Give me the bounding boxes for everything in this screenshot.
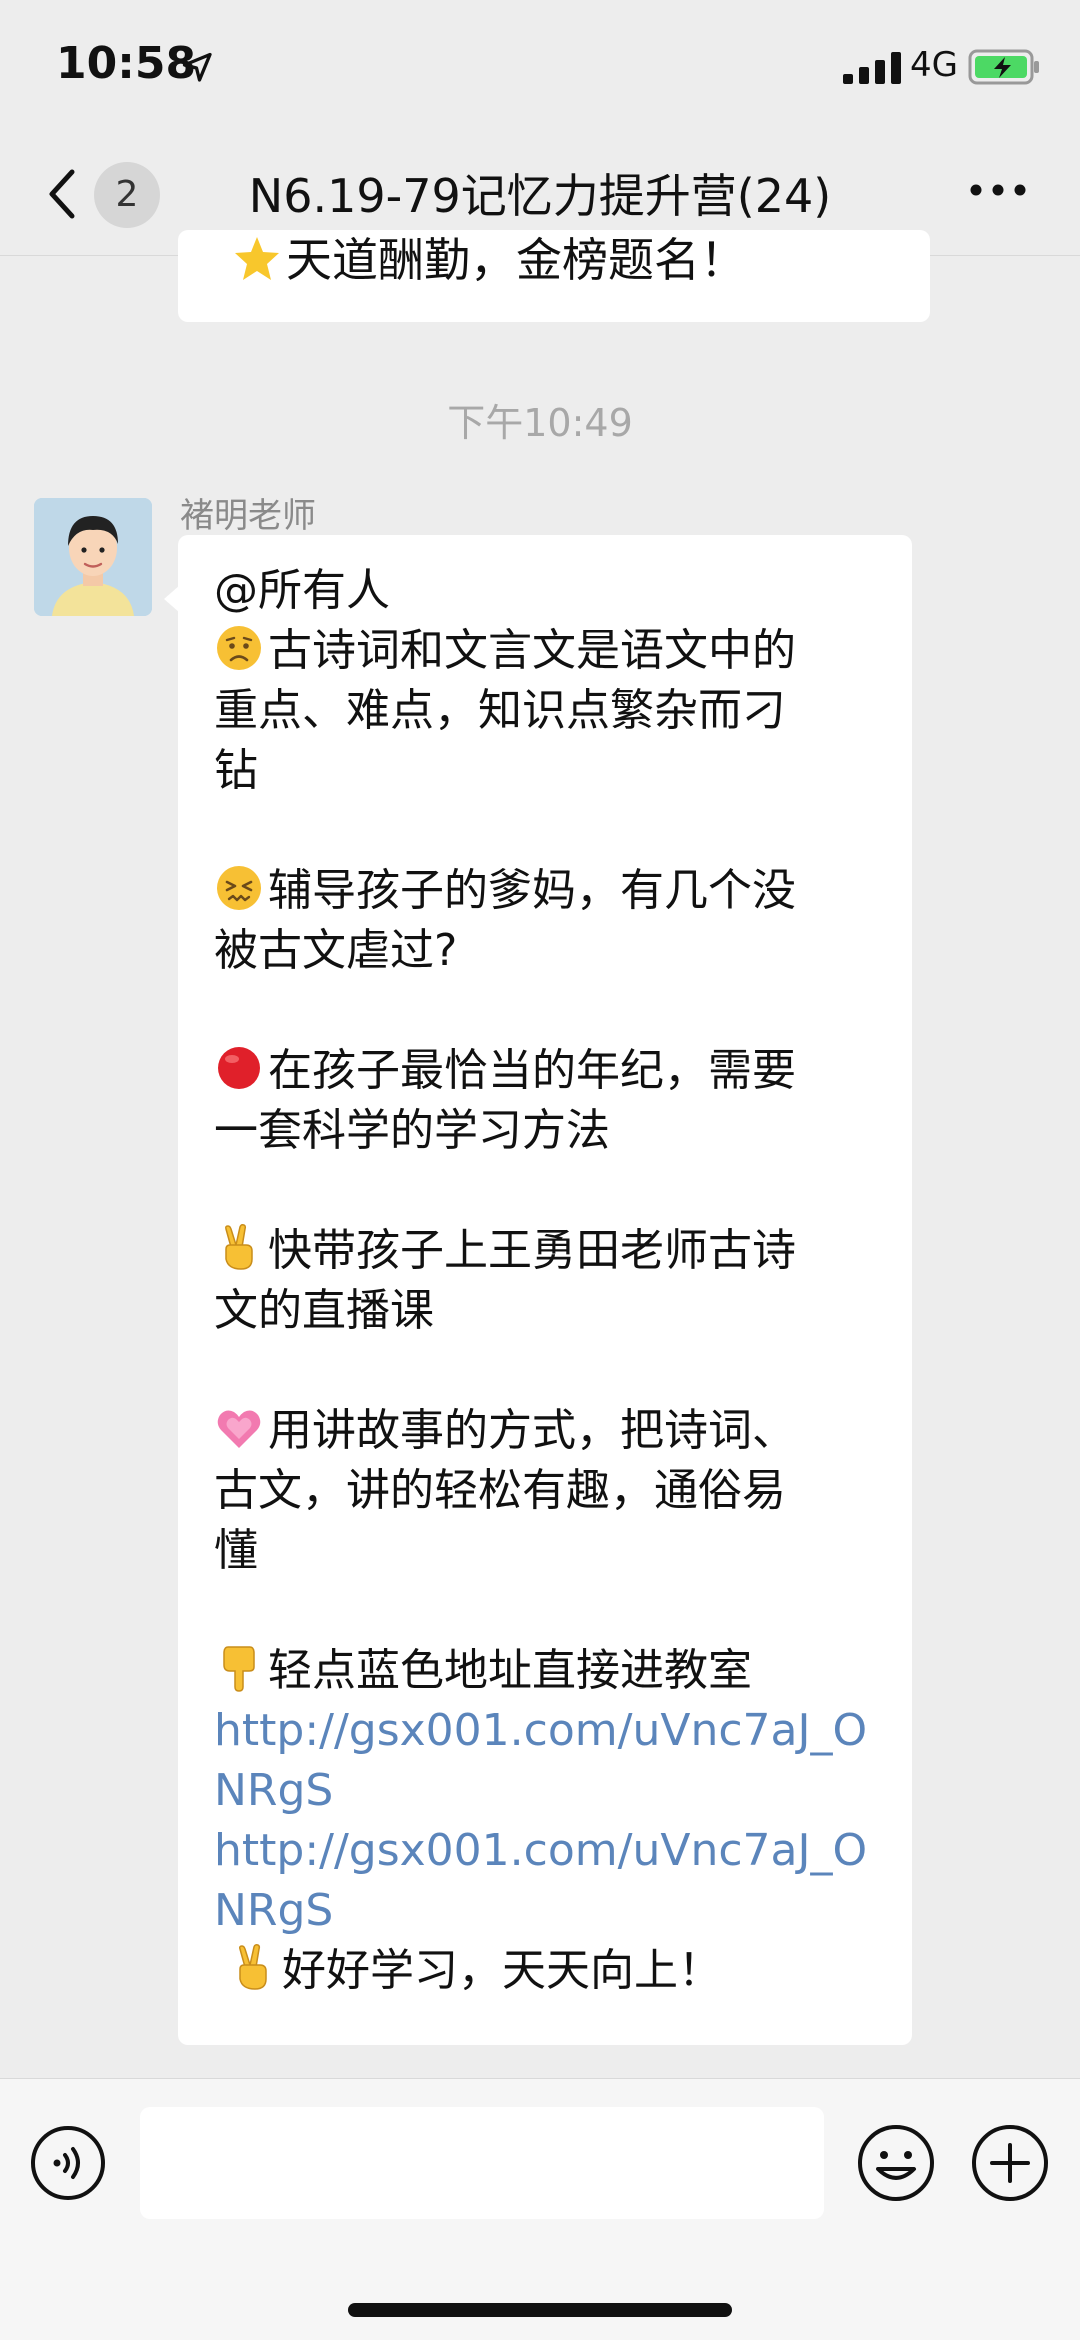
status-bar: 10:58 4G — [0, 0, 1080, 130]
message-line: 重点、难点，知识点繁杂而刁 — [214, 685, 786, 736]
input-bar — [0, 2078, 1080, 2340]
course-link-2-line-1[interactable]: http://gsx001.com/uVnc7aJ_O — [214, 1821, 894, 1881]
line-text: 辅导孩子的爹妈，有几个没 — [268, 865, 796, 916]
course-link-1-line-2[interactable]: NRgS — [214, 1761, 894, 1821]
message-bubble[interactable]: @所有人 古诗词和文言文是语文中的 重点、难点，知识点繁杂而刁 钻 辅导孩子的爹… — [178, 535, 912, 2045]
worried-face-icon — [217, 626, 261, 670]
star-icon — [235, 237, 279, 280]
message-timestamp: 下午10:49 — [447, 401, 633, 445]
avatar[interactable] — [34, 498, 152, 616]
voice-icon[interactable] — [30, 2125, 106, 2201]
message-input[interactable] — [140, 2107, 824, 2219]
line-text: 在孩子最恰当的年纪，需要 — [268, 1045, 796, 1096]
growing-heart-icon — [217, 1410, 261, 1448]
message-line: 快带孩子上王勇田老师古诗 — [214, 1221, 894, 1281]
message-line: 轻点蓝色地址直接进教室 — [214, 1641, 894, 1701]
chat-title: N6.19-79记忆力提升营(24) — [248, 169, 832, 223]
message-line: 辅导孩子的爹妈，有几个没 — [214, 861, 894, 921]
message-line: 好好学习，天天向上！ — [214, 1941, 894, 2001]
message-body: @所有人 古诗词和文言文是语文中的 重点、难点，知识点繁杂而刁 钻 辅导孩子的爹… — [214, 561, 894, 2001]
message-line: 用讲故事的方式，把诗词、 — [214, 1401, 894, 1461]
smiley-face-icon[interactable] — [856, 2123, 936, 2203]
previous-message-text: 天道酬勤，金榜题名！ — [232, 230, 746, 290]
line-text: 好好学习，天天向上！ — [282, 1945, 722, 1996]
message-line: 懂 — [214, 1525, 258, 1576]
signal-bars-icon — [843, 52, 901, 84]
course-link-2-line-2[interactable]: NRgS — [214, 1881, 894, 1941]
message-line: 一套科学的学习方法 — [214, 1105, 610, 1156]
home-indicator — [348, 2303, 732, 2317]
victory-hand-icon — [239, 1944, 267, 1990]
line-text: 用讲故事的方式，把诗词、 — [268, 1405, 796, 1456]
plus-circle-icon[interactable] — [970, 2123, 1050, 2203]
message-line: 钻 — [214, 745, 258, 796]
message-line: 古文，讲的轻松有趣，通俗易 — [214, 1465, 786, 1516]
teacher-avatar-icon — [34, 498, 152, 616]
message-line: 古诗词和文言文是语文中的 — [214, 621, 894, 681]
confounded-face-icon — [217, 866, 261, 910]
course-link-1-line-1[interactable]: http://gsx001.com/uVnc7aJ_O — [214, 1701, 894, 1761]
line-text: 古诗词和文言文是语文中的 — [268, 625, 796, 676]
battery-charging-icon — [968, 49, 1039, 85]
red-circle-icon — [218, 1047, 260, 1089]
victory-hand-icon — [225, 1224, 253, 1270]
unread-count-badge[interactable]: 2 — [94, 162, 160, 228]
pointing-down-icon — [223, 1646, 255, 1692]
message-line: 文的直播课 — [214, 1285, 434, 1336]
chevron-left-icon[interactable] — [42, 166, 82, 222]
network-label: 4G — [910, 45, 958, 85]
location-arrow-icon — [182, 52, 212, 82]
message-line: 在孩子最恰当的年纪，需要 — [214, 1041, 894, 1101]
line-text: 快带孩子上王勇田老师古诗 — [268, 1225, 796, 1276]
status-time: 10:58 — [56, 38, 197, 89]
mention-all[interactable]: @所有人 — [214, 561, 894, 621]
message-line: 被古文虐过? — [214, 925, 458, 976]
ellipsis-icon[interactable] — [968, 178, 1028, 202]
sender-name: 褚明老师 — [180, 496, 316, 536]
line-text: 轻点蓝色地址直接进教室 — [268, 1645, 752, 1696]
previous-message-content: 天道酬勤，金榜题名！ — [286, 233, 746, 287]
previous-message-bubble[interactable]: 天道酬勤，金榜题名！ — [178, 230, 930, 322]
